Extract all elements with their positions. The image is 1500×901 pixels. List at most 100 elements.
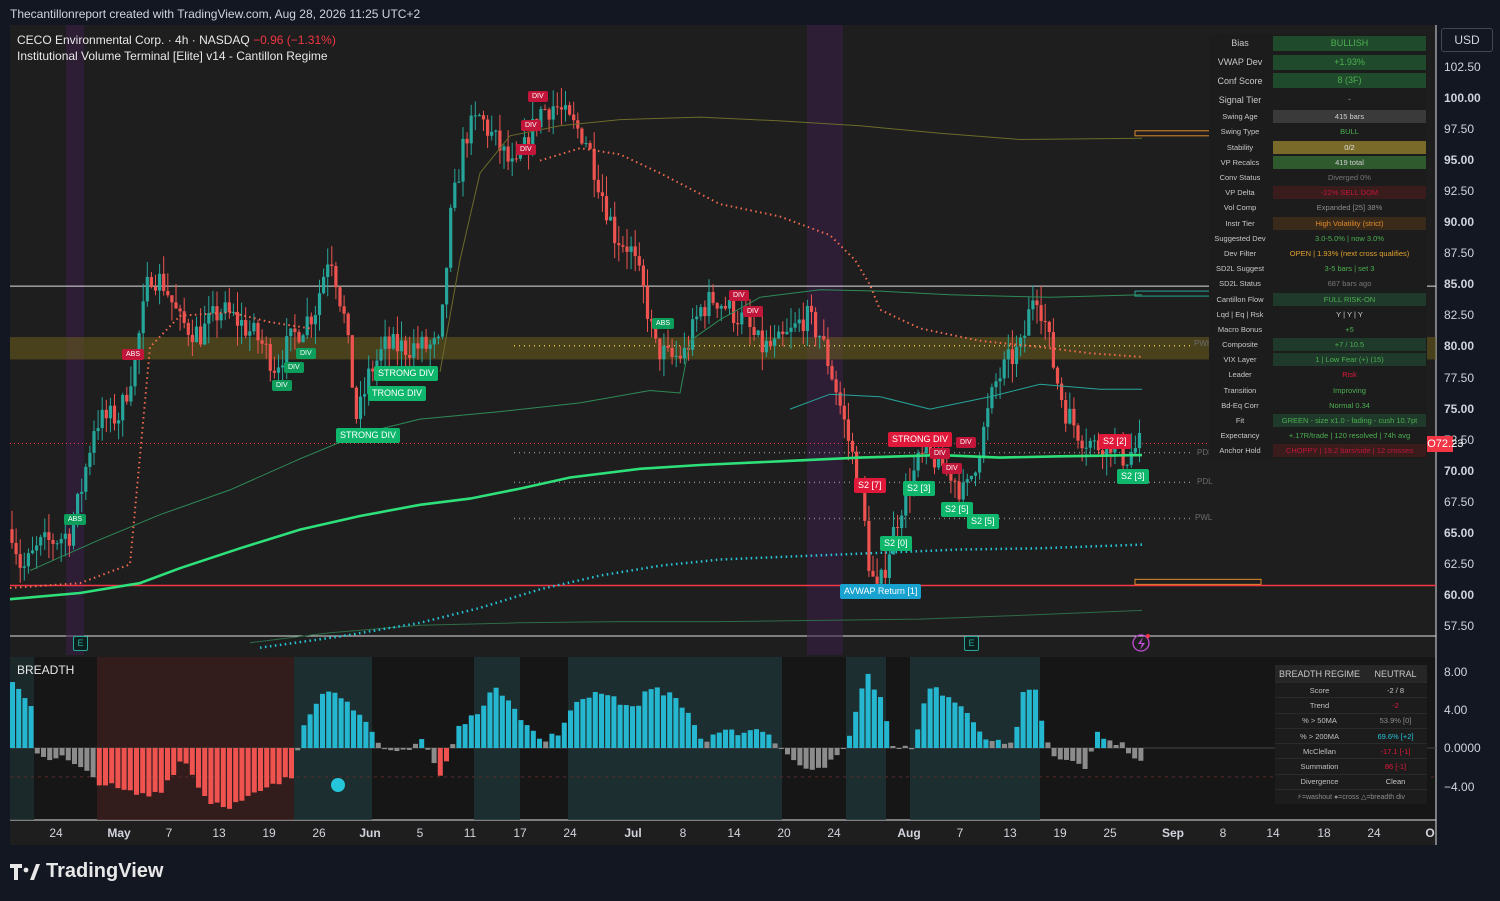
candle-body	[1031, 300, 1035, 310]
candle-body	[1027, 309, 1031, 336]
candle-body	[1043, 320, 1047, 322]
breadth-bar	[642, 691, 648, 748]
breadth-bar	[884, 721, 890, 748]
candle-body	[699, 307, 703, 317]
breadth-bar	[214, 748, 220, 803]
price-tick-label: 100.00	[1444, 91, 1481, 106]
candle-body	[678, 355, 682, 359]
candle-body	[1137, 432, 1142, 449]
candle-body	[900, 515, 904, 529]
candle-body	[965, 479, 969, 483]
breadth-bar	[47, 748, 53, 761]
time-tick-label: 19	[262, 826, 276, 840]
regime-row: Instr Tier High Volatility (strict)	[1209, 216, 1427, 231]
candle-body	[986, 408, 990, 427]
candle-body	[703, 307, 707, 317]
earnings-marker[interactable]: E	[964, 636, 979, 651]
candle-body	[617, 243, 621, 246]
breadth-bar	[1057, 748, 1063, 760]
breadth-row: Score -2 / 8	[1275, 682, 1427, 697]
breadth-row: Summation 86 [-1]	[1275, 758, 1427, 773]
regime-key: Suggested Dev	[1214, 233, 1266, 243]
tradingview-logo[interactable]: TradingView	[10, 860, 163, 883]
candle-body	[715, 303, 719, 309]
candle-body	[317, 293, 322, 316]
candle-body	[572, 114, 576, 121]
price-tick-label: 95.00	[1444, 153, 1475, 168]
breadth-bar	[853, 711, 859, 748]
candle-body	[764, 340, 768, 353]
breadth-bar	[239, 748, 245, 801]
breadth-bar	[34, 748, 40, 754]
breadth-bar	[152, 748, 158, 792]
candle-body	[194, 326, 199, 343]
price-tick-label: 80.00	[1444, 339, 1475, 354]
candle-body	[112, 405, 117, 424]
breadth-bar	[78, 748, 84, 768]
breadth-bar	[388, 748, 394, 751]
breadth-bar	[419, 739, 425, 748]
breadth-bar	[797, 748, 803, 766]
time-tick-label: 5	[416, 826, 424, 840]
breadth-bar	[16, 688, 22, 748]
candle-body	[637, 256, 641, 266]
candle-body	[1055, 367, 1060, 384]
candle-body	[875, 576, 879, 584]
brand-name: TradingView	[46, 860, 164, 882]
earnings-marker[interactable]: E	[73, 636, 88, 651]
candle-body	[510, 158, 514, 162]
last-price-value: 72.23	[1435, 438, 1464, 450]
candle-body	[440, 304, 445, 337]
symbol-legend[interactable]: CECO Environmental Corp. · 4h · NASDAQ −…	[17, 33, 336, 47]
regime-key: Transition	[1223, 385, 1257, 395]
breadth-bar	[462, 724, 468, 748]
breadth-bar	[1070, 748, 1076, 761]
breadth-bar	[878, 697, 883, 748]
candle-body	[293, 328, 297, 332]
breadth-bar	[859, 688, 865, 748]
breadth-bar	[1126, 748, 1131, 754]
candle-body	[461, 138, 465, 182]
regime-row: VP Recalcs 419 total	[1209, 155, 1427, 170]
candle-body	[596, 179, 600, 193]
breadth-pane-label[interactable]: BREADTH	[17, 663, 74, 677]
breadth-bar	[351, 710, 356, 748]
regime-value: +7 / 10.5	[1273, 338, 1426, 352]
breadth-bar	[834, 748, 840, 756]
candle-body	[625, 246, 629, 252]
candle-body	[219, 313, 223, 321]
breadth-bar	[592, 691, 598, 748]
candle-body	[1125, 464, 1129, 466]
regime-value: Expanded [25] 38%	[1273, 201, 1426, 215]
candle-body	[158, 273, 162, 291]
candle-body	[330, 264, 334, 267]
breadth-bar	[915, 729, 921, 748]
breadth-row: Divergence Clean	[1275, 773, 1427, 789]
regime-value: CHOPPY | 19.2 bars/side | 12 crosses	[1273, 444, 1426, 458]
candle-body	[174, 302, 178, 309]
currency-button[interactable]: USD	[1441, 28, 1493, 52]
price-tick-label: 57.50	[1444, 618, 1475, 633]
price-tick-label: 87.50	[1444, 246, 1475, 261]
regime-value: -22% SELL DOM	[1273, 186, 1426, 200]
time-tick-label: 24	[1367, 826, 1381, 840]
breadth-bar	[549, 733, 555, 748]
candle-body	[486, 119, 490, 136]
candle-body	[998, 378, 1002, 382]
regime-value: Improving	[1273, 383, 1426, 397]
breadth-bar	[189, 748, 195, 775]
candle-body	[543, 108, 547, 110]
indicator-legend[interactable]: Institutional Volume Terminal [Elite] v1…	[17, 49, 328, 63]
regime-value: Normal 0.34	[1273, 398, 1426, 412]
breadth-bar	[921, 703, 927, 748]
candle-body	[207, 313, 211, 324]
breadth-bar	[72, 748, 77, 765]
candle-body	[428, 344, 432, 349]
candle-body	[10, 529, 14, 543]
candle-body	[354, 387, 358, 419]
candle-body	[842, 405, 846, 420]
candle-body	[879, 569, 883, 584]
breadth-bar	[766, 734, 772, 748]
candle-body	[166, 290, 170, 296]
regime-row: Transition Improving	[1209, 383, 1427, 398]
